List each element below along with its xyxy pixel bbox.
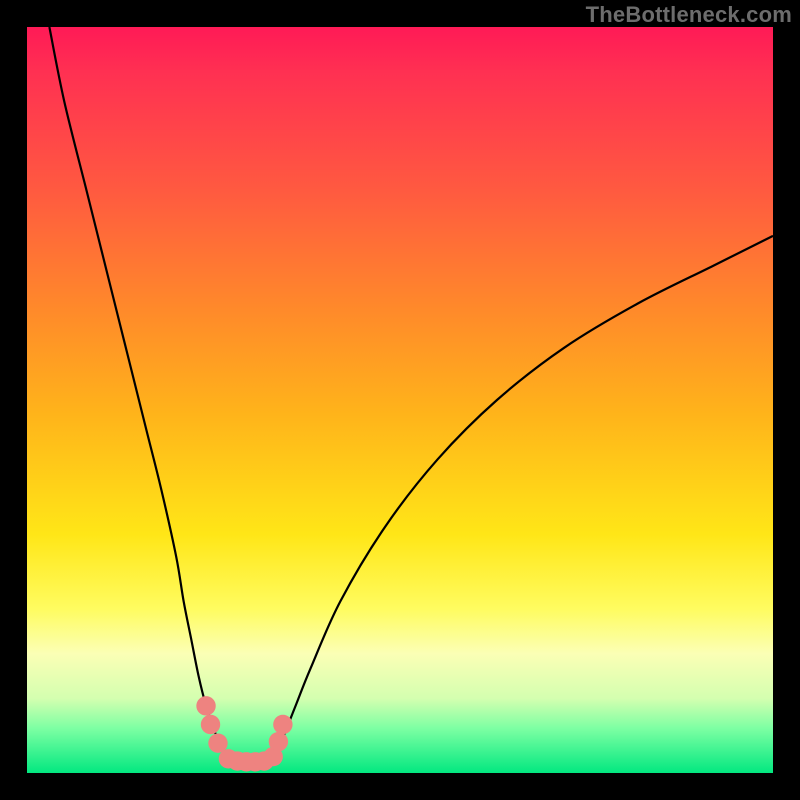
marker-dot [196,696,215,715]
marker-dot [273,715,292,734]
marker-dot [201,715,220,734]
chart-frame: TheBottleneck.com [0,0,800,800]
watermark-text: TheBottleneck.com [586,2,792,28]
curve-right-branch [273,236,773,758]
curve-layer [27,27,773,773]
marker-dot [269,732,288,751]
curve-left-branch [49,27,228,758]
